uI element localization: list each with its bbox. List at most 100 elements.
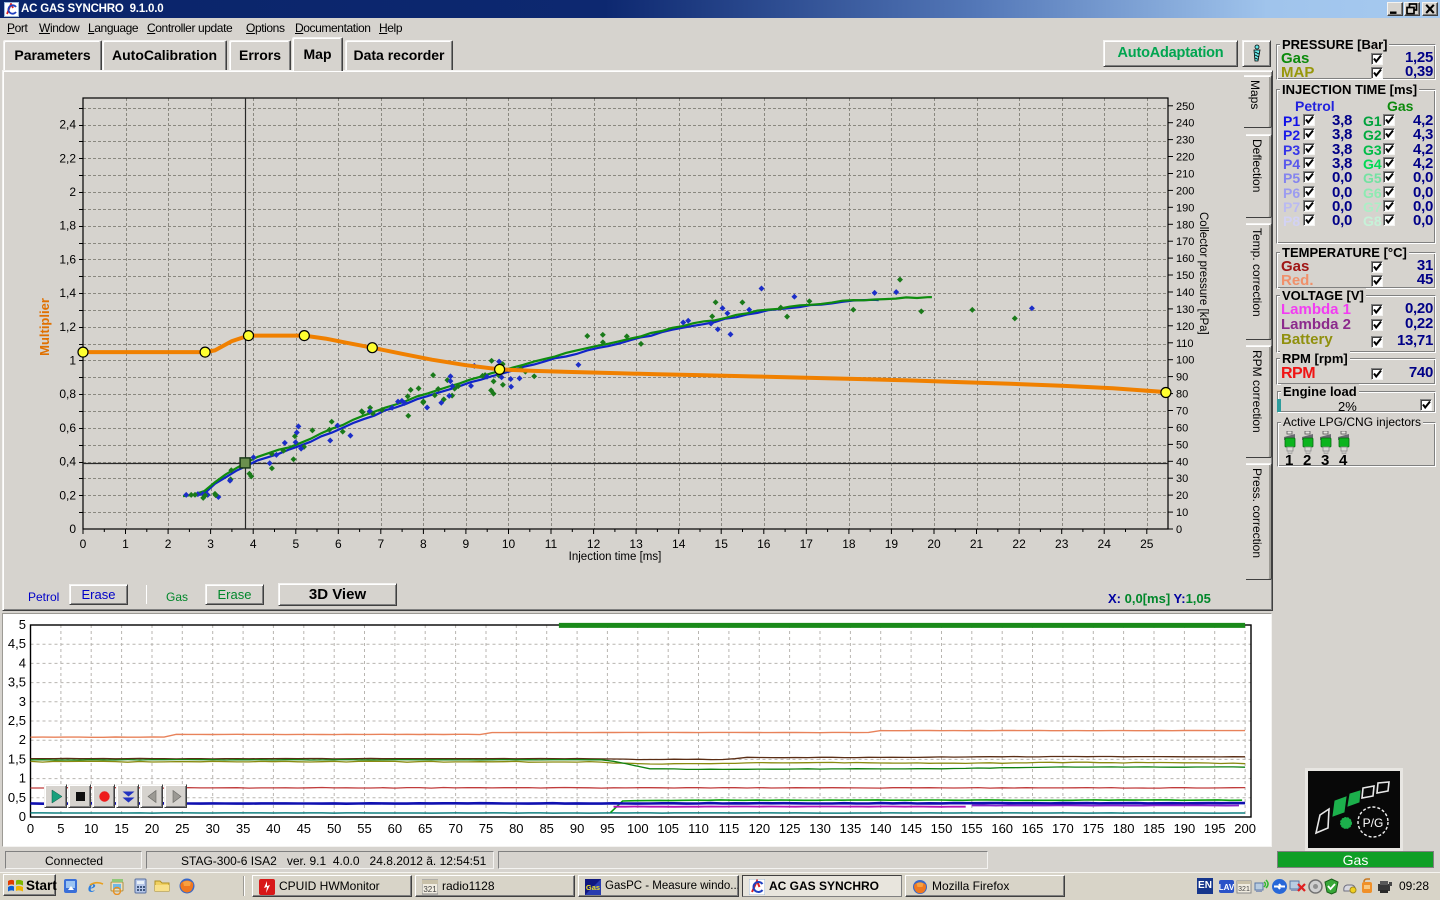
- svg-text:180: 180: [1113, 821, 1135, 836]
- svg-text:1: 1: [69, 354, 76, 368]
- svg-text:19: 19: [885, 537, 899, 551]
- svg-text:170: 170: [1052, 821, 1074, 836]
- svg-text:Multiplier: Multiplier: [37, 298, 52, 356]
- svg-text:230: 230: [1176, 135, 1194, 147]
- svg-text:140: 140: [1176, 287, 1194, 299]
- svg-text:240: 240: [1176, 118, 1194, 130]
- svg-text:0: 0: [69, 522, 76, 536]
- svg-text:22: 22: [1012, 537, 1026, 551]
- svg-text:30: 30: [1176, 473, 1188, 485]
- svg-text:30: 30: [205, 821, 219, 836]
- svg-text:0,8: 0,8: [59, 387, 76, 401]
- svg-text:155: 155: [961, 821, 983, 836]
- svg-text:1,8: 1,8: [59, 219, 76, 233]
- svg-text:1: 1: [122, 537, 129, 551]
- svg-text:10: 10: [502, 537, 516, 551]
- svg-text:4: 4: [250, 537, 257, 551]
- svg-text:2: 2: [19, 732, 26, 747]
- svg-text:LAV: LAV: [1219, 883, 1235, 892]
- svg-text:5: 5: [292, 537, 299, 551]
- svg-text:20: 20: [145, 821, 159, 836]
- svg-text:185: 185: [1143, 821, 1165, 836]
- svg-text:160: 160: [1176, 253, 1194, 265]
- svg-text:210: 210: [1176, 169, 1194, 181]
- svg-text:3,5: 3,5: [8, 675, 26, 690]
- svg-text:50: 50: [327, 821, 341, 836]
- svg-text:0: 0: [27, 821, 34, 836]
- svg-text:85: 85: [539, 821, 553, 836]
- svg-text:3: 3: [207, 537, 214, 551]
- svg-text:15: 15: [715, 537, 729, 551]
- svg-text:80: 80: [509, 821, 523, 836]
- svg-text:13: 13: [629, 537, 643, 551]
- svg-text:20: 20: [1176, 490, 1188, 502]
- svg-text:0: 0: [80, 537, 87, 551]
- svg-text:4,5: 4,5: [8, 636, 26, 651]
- svg-text:0,5: 0,5: [8, 790, 26, 805]
- svg-text:25: 25: [1140, 537, 1154, 551]
- svg-text:Gas: Gas: [586, 883, 600, 892]
- svg-text:1,5: 1,5: [8, 751, 26, 766]
- svg-text:135: 135: [840, 821, 862, 836]
- svg-text:Injection time [ms]: Injection time [ms]: [569, 551, 662, 563]
- svg-text:45: 45: [297, 821, 311, 836]
- svg-text:125: 125: [779, 821, 801, 836]
- svg-text:95: 95: [600, 821, 614, 836]
- svg-text:12: 12: [587, 537, 601, 551]
- svg-text:2,5: 2,5: [8, 713, 26, 728]
- svg-text:11: 11: [545, 537, 558, 551]
- svg-text:9: 9: [463, 537, 470, 551]
- svg-text:20: 20: [927, 537, 941, 551]
- svg-text:0: 0: [19, 809, 26, 824]
- svg-text:50: 50: [1176, 439, 1188, 451]
- svg-text:105: 105: [657, 821, 679, 836]
- svg-text:90: 90: [1176, 372, 1188, 384]
- svg-text:115: 115: [719, 821, 740, 836]
- svg-text:165: 165: [1022, 821, 1044, 836]
- svg-text:6: 6: [335, 537, 342, 551]
- svg-text:175: 175: [1082, 821, 1104, 836]
- svg-text:150: 150: [931, 821, 953, 836]
- svg-text:10: 10: [84, 821, 98, 836]
- svg-text:2: 2: [69, 185, 76, 199]
- svg-text:190: 190: [1176, 202, 1194, 214]
- svg-text:5: 5: [57, 821, 64, 836]
- svg-text:3: 3: [19, 694, 26, 709]
- svg-text:2: 2: [165, 537, 172, 551]
- svg-text:321: 321: [423, 885, 437, 894]
- svg-text:65: 65: [418, 821, 432, 836]
- svg-text:40: 40: [266, 821, 280, 836]
- svg-text:200: 200: [1176, 185, 1194, 197]
- svg-text:7: 7: [377, 537, 384, 551]
- svg-text:60: 60: [1176, 422, 1188, 434]
- svg-text:2,4: 2,4: [59, 118, 76, 132]
- svg-text:195: 195: [1204, 821, 1226, 836]
- svg-text:14: 14: [672, 537, 686, 551]
- svg-text:21: 21: [970, 537, 984, 551]
- svg-text:P/G: P/G: [1363, 816, 1384, 830]
- svg-text:145: 145: [900, 821, 922, 836]
- svg-text:0,6: 0,6: [59, 421, 76, 435]
- svg-text:1,2: 1,2: [59, 320, 76, 334]
- svg-text:0: 0: [1176, 524, 1182, 536]
- svg-text:15: 15: [114, 821, 128, 836]
- svg-text:70: 70: [448, 821, 462, 836]
- svg-text:70: 70: [1176, 406, 1188, 418]
- svg-text:17: 17: [800, 537, 814, 551]
- svg-text:120: 120: [748, 821, 770, 836]
- svg-text:250: 250: [1176, 101, 1194, 113]
- svg-text:1,4: 1,4: [59, 286, 76, 300]
- svg-text:321: 321: [1238, 886, 1250, 893]
- svg-text:120: 120: [1176, 321, 1194, 333]
- svg-text:55: 55: [357, 821, 371, 836]
- svg-text:100: 100: [627, 821, 649, 836]
- svg-text:18: 18: [842, 537, 856, 551]
- svg-text:35: 35: [236, 821, 250, 836]
- svg-text:90: 90: [570, 821, 584, 836]
- svg-text:110: 110: [1176, 338, 1194, 350]
- svg-text:130: 130: [1176, 304, 1194, 316]
- svg-text:25: 25: [175, 821, 189, 836]
- svg-text:24: 24: [1098, 537, 1112, 551]
- svg-text:40: 40: [1176, 456, 1188, 468]
- svg-text:23: 23: [1055, 537, 1069, 551]
